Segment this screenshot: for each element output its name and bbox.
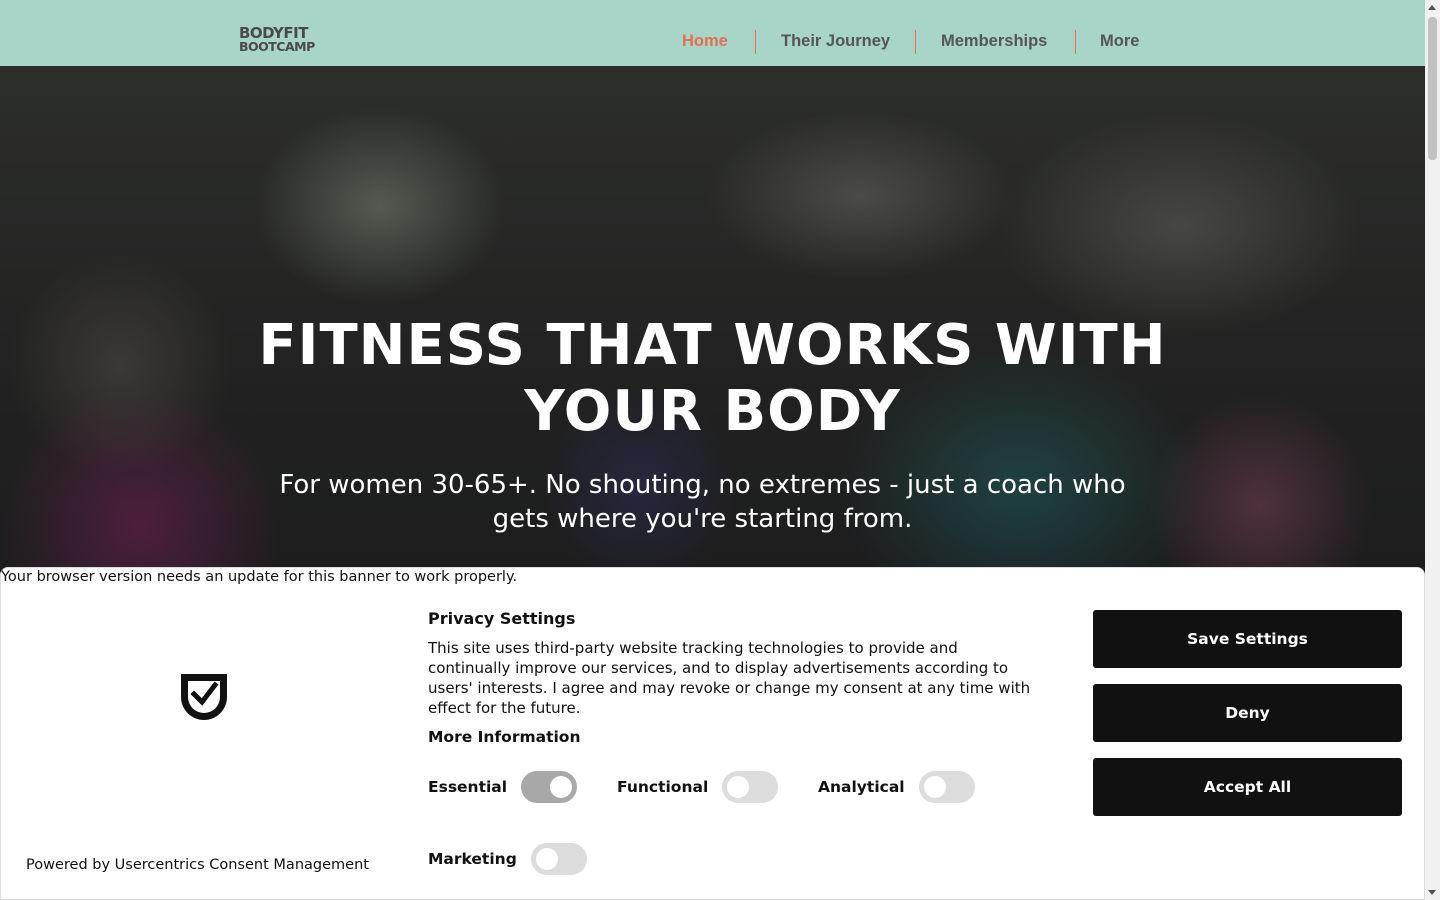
deny-button[interactable]: Deny	[1093, 684, 1402, 742]
page-scrollbar[interactable]	[1425, 0, 1440, 900]
functional-toggle[interactable]	[722, 771, 778, 803]
nav-divider	[1075, 30, 1076, 54]
nav-divider	[755, 30, 756, 54]
functional-label: Functional	[617, 778, 709, 796]
nav-memberships[interactable]: Memberships	[941, 30, 1047, 52]
marketing-toggle[interactable]	[531, 843, 587, 875]
toggle-knob	[536, 848, 558, 870]
privacy-settings-title: Privacy Settings	[428, 609, 576, 628]
scroll-up-arrow-icon[interactable]	[1428, 5, 1436, 10]
accept-all-button[interactable]: Accept All	[1093, 758, 1402, 816]
shield-check-icon	[181, 674, 227, 720]
privacy-description: This site uses third-party website track…	[428, 639, 1031, 717]
privacy-consent-banner: Powered by Usercentrics Consent Manageme…	[0, 567, 1425, 900]
toggle-knob	[924, 776, 946, 798]
nav-divider	[915, 30, 916, 54]
nav-home[interactable]: Home	[682, 30, 728, 52]
analytical-label: Analytical	[818, 778, 905, 796]
more-information-link[interactable]: More Information	[428, 728, 580, 746]
toggle-knob	[727, 776, 749, 798]
hero-subtitle: For women 30-65+. No shouting, no extrem…	[279, 470, 1126, 534]
hero-title: FITNESS THAT WORKS WITH YOUR BODY	[258, 313, 1167, 444]
site-header: BODYFIT BOOTCAMP Home Their Journey Memb…	[0, 0, 1425, 66]
nav-their-journey[interactable]: Their Journey	[781, 30, 890, 52]
essential-toggle[interactable]	[521, 771, 577, 803]
logo-line-2: BOOTCAMP	[239, 39, 315, 54]
save-settings-button[interactable]: Save Settings	[1093, 610, 1402, 668]
site-logo[interactable]: BODYFIT BOOTCAMP	[239, 26, 315, 54]
analytical-toggle[interactable]	[919, 771, 975, 803]
scroll-thumb[interactable]	[1428, 17, 1437, 160]
essential-label: Essential	[428, 778, 508, 796]
browser-update-note: Your browser version needs an update for…	[1, 569, 518, 585]
marketing-label: Marketing	[428, 850, 517, 868]
powered-by-text[interactable]: Powered by Usercentrics Consent Manageme…	[26, 855, 369, 875]
scroll-down-arrow-icon[interactable]	[1428, 890, 1436, 895]
nav-more[interactable]: More	[1100, 30, 1139, 52]
toggle-knob	[550, 776, 572, 798]
